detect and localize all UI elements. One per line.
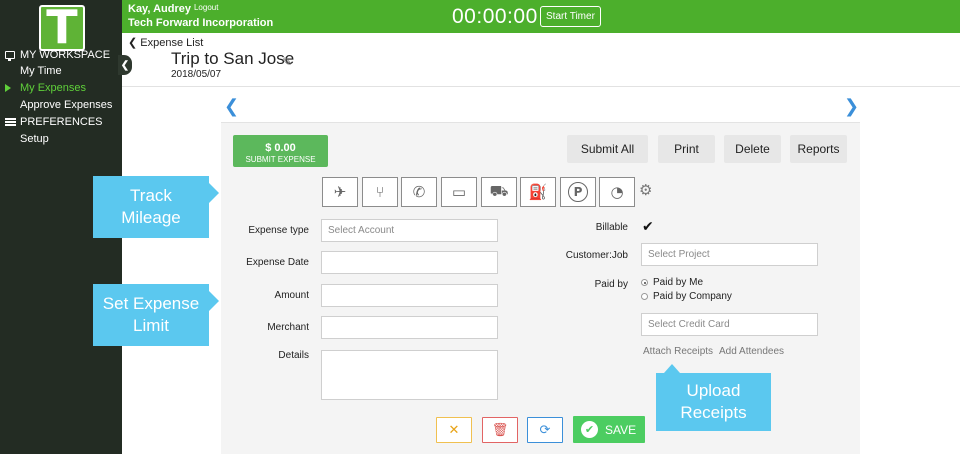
save-label: SAVE: [605, 422, 637, 437]
company-name: Tech Forward Incorporation: [128, 17, 274, 29]
expense-date-field[interactable]: [321, 251, 498, 274]
car-icon[interactable]: ⛟: [481, 177, 517, 207]
user-name: Kay, Audrey Logout: [128, 3, 219, 15]
reports-button[interactable]: Reports: [790, 135, 847, 163]
breadcrumb[interactable]: ❮ Expense List: [128, 36, 203, 49]
previous-expense-arrow-icon[interactable]: ❮: [224, 96, 239, 117]
cancel-button[interactable]: ✕: [436, 417, 472, 443]
chevron-left-icon: ❮: [120, 59, 130, 71]
customer-job-label: Customer:Job: [565, 250, 628, 261]
sidebar-item-label: My Time: [20, 65, 62, 77]
monitor-icon: [4, 50, 16, 61]
amount-label: Amount: [274, 290, 309, 301]
logo-letter: T: [46, 0, 78, 54]
sidebar-item-setup[interactable]: Setup: [0, 131, 49, 147]
refresh-icon: ⟳: [539, 422, 551, 438]
callout-set-expense-limit: Set Expense Limit: [93, 284, 209, 346]
sidebar-item-label: My Expenses: [20, 82, 87, 94]
save-button[interactable]: ✔ SAVE: [573, 416, 645, 443]
next-expense-arrow-icon[interactable]: ❯: [844, 96, 859, 117]
customer-job-select[interactable]: [641, 243, 818, 266]
callout-arrow-icon: [664, 364, 680, 373]
paid-by-company-radio[interactable]: Paid by Company: [641, 291, 732, 302]
active-indicator-icon: [5, 84, 11, 92]
submit-label: SUBMIT EXPENSE: [245, 154, 316, 164]
submit-expense-button[interactable]: $ 0.00 SUBMIT EXPENSE: [233, 135, 328, 167]
sidebar-section-label: MY WORKSPACE: [20, 49, 111, 61]
timer-display: 00:00:00: [452, 5, 538, 28]
expense-type-select[interactable]: [321, 219, 498, 242]
edit-pencil-icon[interactable]: ✎: [282, 55, 292, 69]
delete-button[interactable]: Delete: [724, 135, 781, 163]
details-textarea[interactable]: [321, 350, 498, 400]
close-icon: ✕: [448, 422, 460, 438]
merchant-field[interactable]: [321, 316, 498, 339]
app-logo[interactable]: T: [39, 0, 85, 54]
top-bar: Kay, Audrey Logout Tech Forward Incorpora…: [122, 0, 960, 33]
radio-selected-icon: [641, 279, 648, 286]
fork-knife-icon[interactable]: ⑂: [362, 177, 398, 207]
sidebar-item-my-time[interactable]: My Time: [0, 63, 62, 79]
sidebar-item-my-expenses[interactable]: My Expenses: [0, 80, 86, 96]
print-button[interactable]: Print: [658, 135, 715, 163]
callout-track-mileage: Track Mileage: [93, 176, 209, 238]
header-divider: [122, 86, 960, 87]
parking-icon[interactable]: P: [560, 177, 596, 207]
airplane-icon[interactable]: ✈: [322, 177, 358, 207]
delete-expense-button[interactable]: 🗑: [482, 417, 518, 443]
speedometer-icon[interactable]: ◔: [599, 177, 635, 207]
callout-arrow-icon: [209, 183, 219, 203]
submit-amount: $ 0.00: [265, 141, 296, 154]
phone-icon[interactable]: ✆: [401, 177, 437, 207]
start-timer-button[interactable]: Start Timer: [540, 6, 601, 27]
checkmark-icon: ✔: [581, 421, 598, 438]
expense-date-label: Expense Date: [246, 257, 309, 268]
amount-field[interactable]: [321, 284, 498, 307]
collapse-sidebar-button[interactable]: ❮: [118, 55, 132, 75]
callout-upload-receipts: Upload Receipts: [656, 373, 771, 431]
fuel-pump-icon[interactable]: ⛽: [520, 177, 556, 207]
sliders-icon: [4, 117, 16, 127]
add-attendees-link[interactable]: Add Attendees: [719, 346, 784, 357]
billable-checkbox[interactable]: ✔: [642, 219, 654, 235]
sidebar-item-approve-expenses[interactable]: Approve Expenses: [0, 97, 112, 113]
callout-arrow-icon: [209, 291, 219, 311]
trash-icon: 🗑: [491, 422, 509, 438]
sidebar-section-my-workspace[interactable]: MY WORKSPACE: [0, 47, 110, 63]
expense-type-label: Expense type: [248, 225, 309, 236]
credit-card-select[interactable]: [641, 313, 818, 336]
sidebar-item-label: Approve Expenses: [20, 99, 113, 111]
details-label: Details: [278, 350, 309, 361]
sidebar-section-label: PREFERENCES: [20, 116, 103, 128]
hotel-bed-icon[interactable]: ▭: [441, 177, 477, 207]
chevron-left-icon: ❮: [128, 37, 141, 49]
paid-by-label: Paid by: [594, 279, 628, 290]
billable-label: Billable: [595, 222, 628, 233]
attach-receipts-link[interactable]: Attach Receipts: [643, 346, 713, 357]
sidebar-item-label: Setup: [20, 133, 49, 145]
app-window: T MY WORKSPACE My Time My Expenses Appro…: [0, 0, 960, 454]
page-title: Trip to San Jose: [171, 49, 295, 68]
radio-unselected-icon: [641, 293, 648, 300]
sidebar-section-preferences[interactable]: PREFERENCES: [0, 114, 103, 130]
gear-icon[interactable]: ⚙: [639, 181, 652, 199]
paid-by-me-radio[interactable]: Paid by Me: [641, 277, 703, 288]
merchant-label: Merchant: [267, 322, 309, 333]
submit-all-button[interactable]: Submit All: [567, 135, 648, 163]
logout-link[interactable]: Logout: [194, 3, 218, 12]
trip-date: 2018/05/07: [171, 69, 222, 80]
refresh-button[interactable]: ⟳: [527, 417, 563, 443]
expense-navigation-bar: [221, 92, 860, 123]
